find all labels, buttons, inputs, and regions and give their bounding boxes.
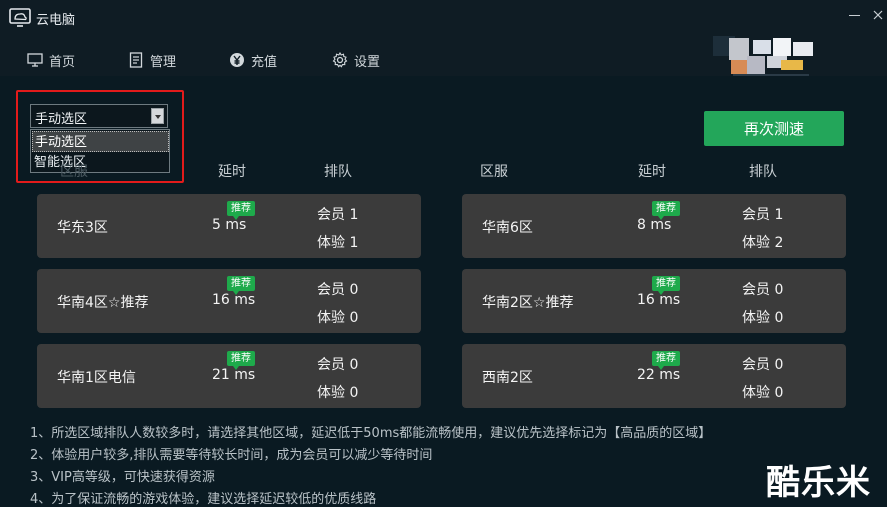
trial-queue: 体验 2 (742, 235, 784, 251)
column-header-region: 区服 (60, 164, 88, 180)
nav-item-settings[interactable]: 设置 (332, 50, 380, 70)
nav-item-recharge[interactable]: 充值 (229, 50, 277, 70)
recommend-badge: 推荐 (652, 276, 680, 295)
nav-item-label: 首页 (49, 54, 76, 70)
minimize-button[interactable] (848, 8, 862, 22)
server-latency: 16 ms (637, 292, 681, 308)
usage-notes: 1、所选区域排队人数较多时，请选择其他区域，延迟低于50ms都能流畅使用，建议优… (30, 423, 711, 507)
recommend-badge: 推荐 (652, 351, 680, 370)
trial-queue: 体验 0 (742, 310, 784, 326)
note-line: 2、体验用户较多,排队需要等待较长时间，成为会员可以减少等待时间 (30, 448, 433, 463)
nav-item-label: 管理 (150, 54, 177, 70)
column-header-latency: 延时 (638, 164, 666, 180)
recommend-badge: 推荐 (227, 351, 255, 370)
cloud-pc-logo-icon (9, 8, 31, 28)
watermark: 酷乐米 (766, 463, 871, 503)
monitor-icon (27, 53, 43, 67)
note-line: 1、所选区域排队人数较多时，请选择其他区域，延迟低于50ms都能流畅使用，建议优… (30, 426, 712, 441)
server-name: 华南2区☆推荐 (482, 295, 574, 311)
trial-queue: 体验 0 (317, 310, 359, 326)
vip-queue: 会员 1 (742, 207, 784, 223)
trial-queue: 体验 0 (317, 385, 359, 401)
server-card[interactable]: 华南2区☆推荐 推荐 16 ms 会员 0 体验 0 (462, 269, 846, 333)
nav-item-label: 充值 (251, 54, 278, 70)
column-header-queue: 排队 (749, 164, 777, 180)
title-bar: 云电脑 (0, 0, 887, 36)
server-card[interactable]: 华南6区 推荐 8 ms 会员 1 体验 2 (462, 194, 846, 258)
annotation-highlight (16, 90, 184, 183)
server-latency: 22 ms (637, 367, 681, 383)
server-name: 华南1区电信 (57, 370, 136, 386)
server-card[interactable]: 华东3区 推荐 5 ms 会员 1 体验 1 (37, 194, 421, 258)
vip-queue: 会员 1 (317, 207, 359, 223)
vip-queue: 会员 0 (742, 282, 784, 298)
server-card[interactable]: 华南4区☆推荐 推荐 16 ms 会员 0 体验 0 (37, 269, 421, 333)
server-name: 华东3区 (57, 220, 108, 236)
close-button[interactable] (872, 4, 884, 24)
vip-queue: 会员 0 (317, 357, 359, 373)
server-latency: 8 ms (637, 217, 672, 233)
server-latency: 16 ms (212, 292, 256, 308)
app-title: 云电脑 (36, 13, 76, 28)
server-name: 华南6区 (482, 220, 533, 236)
note-line: 3、VIP高等级，可快速获得资源 (30, 470, 215, 485)
retest-speed-button[interactable]: 再次测速 (704, 111, 844, 146)
server-name: 西南2区 (482, 370, 533, 386)
nav-item-manage[interactable]: 管理 (128, 50, 176, 70)
gear-icon (332, 52, 348, 68)
nav-item-label: 设置 (354, 54, 381, 70)
server-latency: 5 ms (212, 217, 247, 233)
recommend-badge: 推荐 (227, 276, 255, 295)
column-header-region: 区服 (480, 164, 508, 180)
server-card[interactable]: 西南2区 推荐 22 ms 会员 0 体验 0 (462, 344, 846, 408)
recommend-badge: 推荐 (652, 201, 680, 220)
vip-queue: 会员 0 (317, 282, 359, 298)
note-line: 4、为了保证流畅的游戏体验，建议选择延迟较低的优质线路 (30, 492, 377, 507)
server-latency: 21 ms (212, 367, 256, 383)
server-name: 华南4区☆推荐 (57, 295, 149, 311)
column-header-queue: 排队 (324, 164, 352, 180)
column-header-latency: 延时 (218, 164, 246, 180)
trial-queue: 体验 1 (317, 235, 359, 251)
server-card[interactable]: 华南1区电信 推荐 21 ms 会员 0 体验 0 (37, 344, 421, 408)
yen-icon (230, 53, 244, 67)
vip-queue: 会员 0 (742, 357, 784, 373)
document-icon (129, 52, 143, 68)
trial-queue: 体验 0 (742, 385, 784, 401)
nav-item-home[interactable]: 首页 (27, 50, 75, 70)
recommend-badge: 推荐 (227, 201, 255, 220)
